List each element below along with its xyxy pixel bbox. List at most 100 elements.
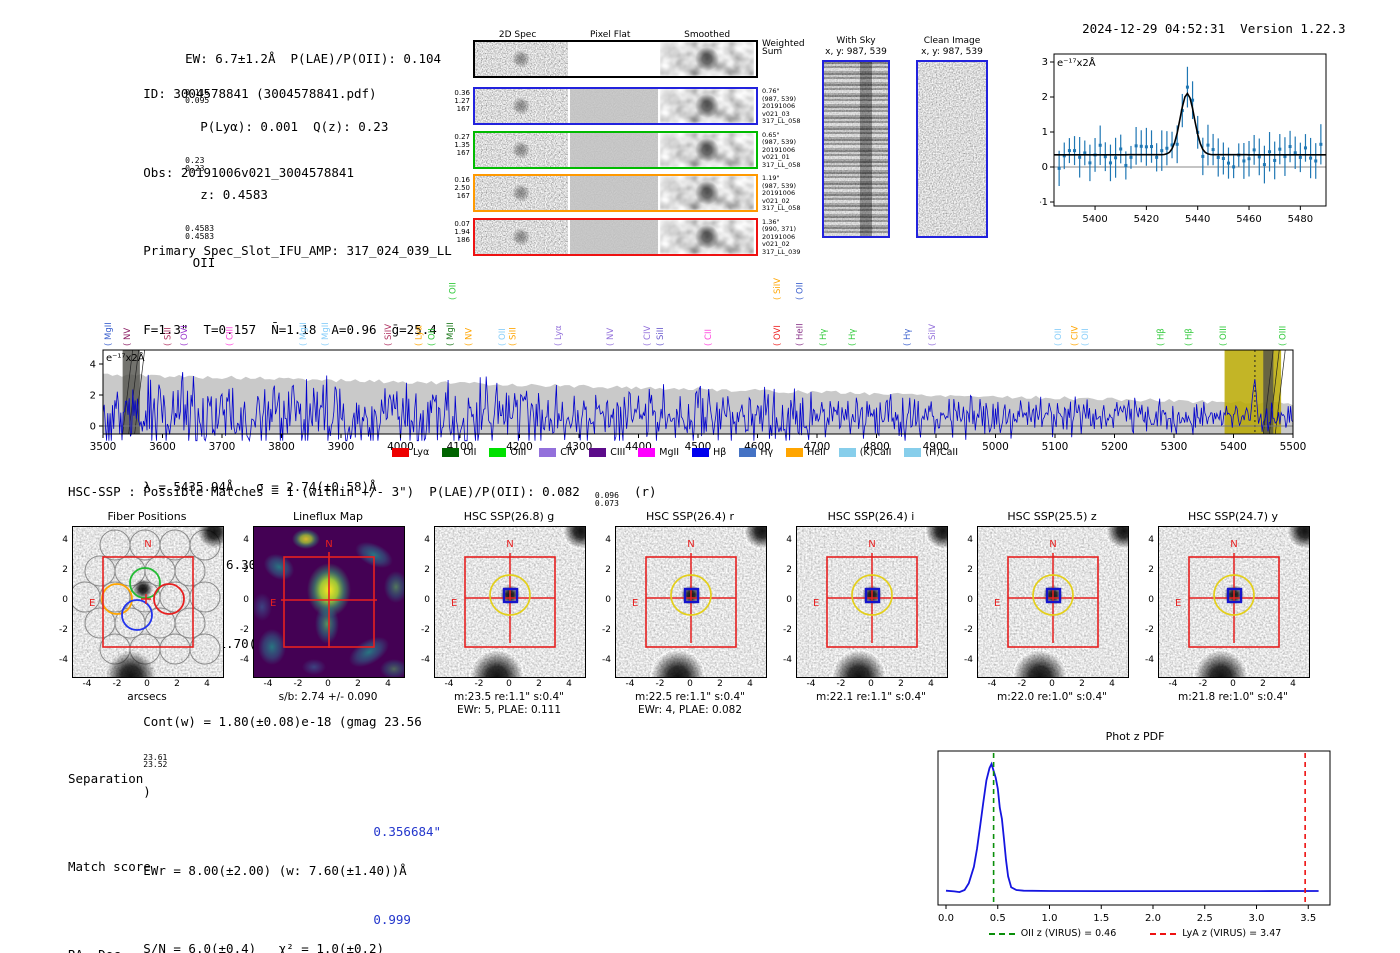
emission-line-label: ( MgII bbox=[446, 322, 456, 346]
compass-east-label: E bbox=[1175, 598, 1181, 609]
pixel-flat-cell bbox=[570, 42, 658, 76]
data-point bbox=[1206, 143, 1210, 147]
y-tick-label: 2 bbox=[967, 565, 973, 575]
cutout-body: 4 2 0 -2 -4 NE bbox=[774, 526, 952, 678]
spec2d-row: 0.27 1.35 167 0.65" (987, 539) 20191006 … bbox=[446, 130, 834, 170]
emission-line-label: ( SiII bbox=[508, 327, 518, 346]
y-axis-ticks: 4 2 0 -2 -4 bbox=[50, 526, 72, 676]
cutout-caption: m:23.5 re:1.1" s:0.4" bbox=[454, 691, 564, 703]
y-tick-label: 0 bbox=[786, 595, 792, 605]
cutout-image: NE bbox=[72, 526, 224, 678]
spectrum-legend: Lyα OII OIII CIV CIII MgII Hβ Hγ HeII (K… bbox=[392, 447, 958, 458]
emission-line-label: ( NV bbox=[123, 328, 133, 346]
y-tick-label: 4 bbox=[243, 535, 249, 545]
data-point bbox=[1134, 144, 1138, 148]
cutout-panels: Fiber Positions 4 2 0 -2 -4 NE -4 -2 0 2 4 arcse… bbox=[50, 510, 1314, 717]
spec2d-row: 0.07 1.94 186 1.36" (990, 371) 20191006 … bbox=[446, 217, 834, 257]
x-tick-label: -2 bbox=[655, 679, 665, 689]
y-tick-label: 4 bbox=[424, 535, 430, 545]
emission-line-label: ( OII bbox=[498, 328, 508, 346]
legend-label: (H)CaII bbox=[925, 447, 959, 458]
y-tick-label: -2 bbox=[783, 625, 792, 635]
data-point bbox=[1160, 149, 1164, 153]
y-tick-label: 2 bbox=[62, 565, 68, 575]
y-tick-label: 2 bbox=[605, 565, 611, 575]
emission-line-label: ( NV bbox=[464, 328, 474, 346]
data-point bbox=[1252, 148, 1256, 152]
with-sky-image bbox=[824, 62, 888, 236]
pdf-curve bbox=[945, 761, 1319, 894]
data-point bbox=[1103, 155, 1107, 159]
clean-image bbox=[918, 62, 986, 236]
hsc-text-segment: (r) bbox=[626, 484, 657, 499]
spec2d-strip bbox=[473, 130, 758, 169]
compass-north-label: N bbox=[144, 539, 151, 550]
emission-line-label: ( OVI bbox=[773, 325, 783, 346]
x-tick-label: 5420 bbox=[1134, 214, 1159, 225]
data-point bbox=[1185, 85, 1189, 89]
data-point bbox=[1293, 151, 1297, 155]
spec2d-strip bbox=[473, 174, 758, 212]
cutout-panel: Lineflux Map 4 2 0 -2 -4 NE -4 -2 0 2 4 s/b: 2.7… bbox=[231, 510, 409, 717]
data-point bbox=[1247, 157, 1251, 161]
y-tick-label: 0 bbox=[605, 595, 611, 605]
emission-line-label: ( Hγ bbox=[848, 329, 858, 346]
legend-label: Hβ bbox=[713, 447, 727, 458]
cutout-caption: m:22.0 re:1.0" s:0.4" bbox=[997, 691, 1107, 703]
data-point bbox=[1124, 163, 1128, 167]
fiber-weight-labels: 0.07 1.94 186 bbox=[454, 219, 470, 244]
data-point bbox=[1078, 155, 1082, 159]
y-axis-ticks: 4 2 0 -2 -4 bbox=[231, 526, 253, 676]
column-header: 2D Spec bbox=[498, 30, 537, 40]
x-axis-ticks: -4 -2 0 2 4 bbox=[796, 678, 946, 691]
y-tick-label: -4 bbox=[59, 655, 68, 665]
y-tick-label: 0 bbox=[1148, 595, 1154, 605]
y-tick-label: 2 bbox=[786, 565, 792, 575]
emission-line-label: ( HeII bbox=[796, 323, 806, 346]
compass-north-label: N bbox=[325, 539, 332, 550]
spec2d-section: 2D Spec Pixel Flat Smoothed Weighted Sum… bbox=[446, 30, 834, 261]
data-point bbox=[1144, 145, 1148, 149]
x-tick-label: -4 bbox=[263, 679, 273, 689]
x-tick-label: -4 bbox=[806, 679, 816, 689]
x-tick-label: 2 bbox=[898, 679, 904, 689]
smoothed-image bbox=[660, 42, 754, 76]
compass-east-label: E bbox=[994, 598, 1000, 609]
legend-item: (H)CaII bbox=[904, 447, 958, 458]
spec2d-strip bbox=[473, 87, 758, 125]
emission-line-label: ( Hγ bbox=[819, 329, 829, 346]
x-tick-label: 5480 bbox=[1288, 214, 1313, 225]
x-tick-label: 0 bbox=[325, 679, 331, 689]
smoothed-cell bbox=[660, 89, 754, 123]
spec2d-strip bbox=[473, 40, 758, 78]
spec2d-noise-image bbox=[475, 42, 568, 76]
data-point bbox=[1319, 142, 1323, 146]
y-tick-label: -4 bbox=[964, 655, 973, 665]
legend-item: Lyα bbox=[392, 447, 429, 458]
y-tick-label: 2 bbox=[243, 565, 249, 575]
x-tick-label: 5000 bbox=[982, 441, 1009, 453]
cutout-panel: HSC SSP(26.4) r 4 2 0 -2 -4 NE -4 -2 0 2 4 m:22.… bbox=[593, 510, 771, 717]
data-point bbox=[1232, 165, 1236, 169]
legend-swatch bbox=[589, 448, 607, 457]
y-tick-label: -2 bbox=[1145, 625, 1154, 635]
spec2d-cell bbox=[475, 219, 568, 254]
cutout-image: NE bbox=[977, 526, 1129, 678]
y-axis-ticks: 4 2 0 -2 -4 bbox=[1136, 526, 1158, 676]
y-axis-ticks: 4 2 0 -2 -4 bbox=[412, 526, 434, 676]
spec2d-cell bbox=[475, 176, 568, 210]
compass-east-label: E bbox=[813, 598, 819, 609]
plot-frame bbox=[937, 750, 1331, 906]
spec2d-cell bbox=[475, 42, 568, 76]
panel-image bbox=[916, 60, 988, 238]
cutout-caption: m:21.8 re:1.0" s:0.4" bbox=[1178, 691, 1288, 703]
emission-line-label: ( MgII bbox=[299, 322, 309, 346]
legend-label: Hγ bbox=[760, 447, 774, 458]
x-tick-label: -2 bbox=[1198, 679, 1208, 689]
y-tick-label: 4 bbox=[967, 535, 973, 545]
x-axis-ticks: -4 -2 0 2 4 bbox=[72, 678, 222, 691]
x-tick-label: -4 bbox=[625, 679, 635, 689]
panel-title: Clean Image bbox=[923, 36, 981, 46]
match-label: RA, Dec bbox=[68, 946, 283, 953]
value-segment: 0.356684" bbox=[373, 823, 442, 839]
